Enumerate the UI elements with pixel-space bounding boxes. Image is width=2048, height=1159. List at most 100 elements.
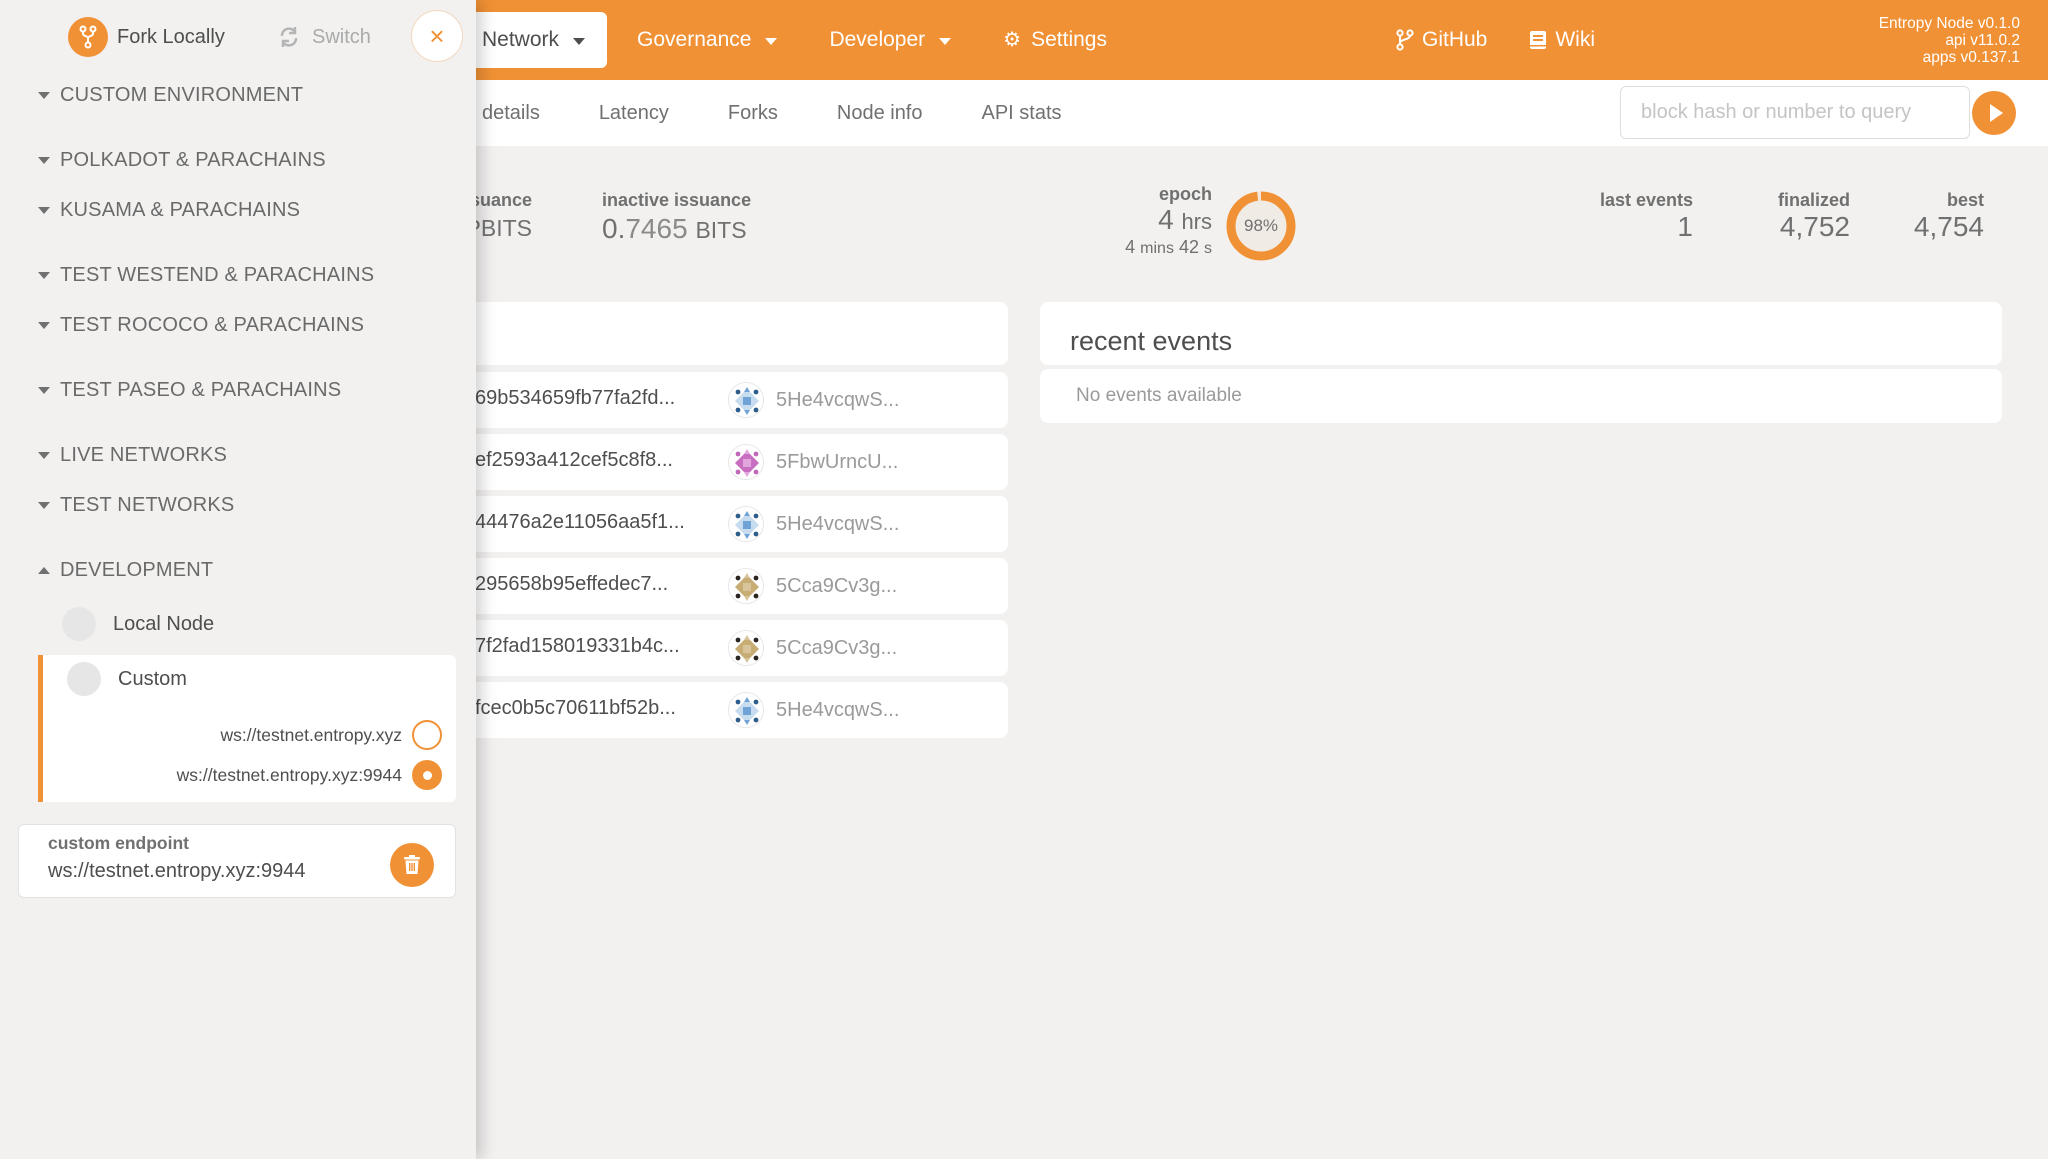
tab-details[interactable]: details [482, 102, 540, 125]
epoch-secs-unit: s [1204, 240, 1212, 257]
caret-down-icon [38, 387, 50, 394]
group-polkadot[interactable]: POLKADOT & PARACHAINS [38, 149, 326, 172]
switch-button[interactable]: Switch [278, 17, 371, 57]
author-address[interactable]: 5He4vcqwS... [776, 699, 899, 722]
last-events-stat: last events 1 [1598, 190, 1693, 243]
author-address[interactable]: 5He4vcqwS... [776, 513, 899, 536]
radio-unchecked[interactable] [412, 720, 442, 750]
tab-latency[interactable]: Latency [599, 102, 669, 125]
identicon-icon[interactable] [728, 630, 764, 666]
github-link[interactable]: GitHub [1396, 28, 1487, 52]
recent-events-header: recent events [1040, 302, 2002, 365]
tab-node-info[interactable]: Node info [837, 102, 923, 125]
group-label: TEST WESTEND & PARACHAINS [60, 264, 375, 286]
close-sidebar-button[interactable]: × [411, 10, 463, 62]
group-label: POLKADOT & PARACHAINS [60, 149, 326, 171]
endpoint-option[interactable]: ws://testnet.entropy.xyz:9944 [177, 760, 442, 790]
epoch-label: epoch [1158, 184, 1212, 204]
query-submit-button[interactable] [1972, 91, 2016, 135]
block-hash[interactable]: 69b534659fb77fa2fd... [475, 387, 675, 410]
network-custom[interactable]: Custom [67, 662, 187, 696]
author-address[interactable]: 5He4vcqwS... [776, 389, 899, 412]
block-hash[interactable]: 44476a2e11056aa5f1... [475, 511, 685, 534]
last-events-label: last events [1599, 190, 1693, 210]
block-hash[interactable]: 295658b95effedec7... [475, 573, 668, 596]
identicon-icon[interactable] [728, 506, 764, 542]
apps-version: apps v0.137.1 [1922, 49, 2020, 66]
recent-events-body: No events available [1040, 369, 2002, 423]
gear-icon: ⚙ [1003, 29, 1022, 51]
network-logo-placeholder [67, 662, 101, 696]
network-logo-placeholder [62, 607, 96, 641]
block-hash[interactable]: fcec0b5c70611bf52b... [475, 697, 676, 720]
inactive-issuance-stat: inactive issuance 0.7465 BITS [602, 190, 751, 245]
caret-down-icon [38, 502, 50, 509]
block-hash[interactable]: ef2593a412cef5c8f8... [475, 449, 673, 472]
version-info: Entropy Node v0.1.0 api v11.0.2 apps v0.… [1879, 15, 2020, 66]
inactive-issuance-int: 0. [602, 213, 626, 244]
tab-api-stats[interactable]: API stats [982, 102, 1062, 125]
group-label: TEST ROCOCO & PARACHAINS [60, 314, 365, 336]
custom-endpoint-label: custom endpoint [48, 833, 189, 853]
epoch-hours: 4 [1158, 204, 1174, 235]
endpoint-url: ws://testnet.entropy.xyz:9944 [176, 764, 402, 785]
identicon-icon[interactable] [728, 444, 764, 480]
endpoint-option[interactable]: ws://testnet.entropy.xyz [220, 720, 442, 750]
delete-endpoint-button[interactable] [390, 843, 434, 887]
group-live-networks[interactable]: LIVE NETWORKS [38, 444, 227, 467]
caret-down-icon [38, 322, 50, 329]
author-address[interactable]: 5Cca9Cv3g... [776, 575, 897, 598]
block-author: 5Cca9Cv3g... [710, 620, 1008, 676]
recent-blocks-header [440, 302, 1008, 365]
group-rococo[interactable]: TEST ROCOCO & PARACHAINS [38, 314, 364, 337]
finalized-stat: finalized 4,752 [1758, 190, 1850, 243]
nav-governance[interactable]: Governance [615, 12, 799, 68]
fork-locally-button[interactable]: Fork Locally [68, 17, 225, 57]
radio-checked[interactable] [412, 760, 442, 790]
caret-down-icon [765, 37, 778, 45]
wiki-label: Wiki [1555, 28, 1596, 51]
epoch-mins: 4 [1125, 237, 1136, 257]
fork-icon [68, 17, 108, 57]
block-author: 5FbwUrncU... [710, 434, 1008, 490]
identicon-icon[interactable] [728, 382, 764, 418]
group-label: TEST NETWORKS [60, 494, 235, 516]
epoch-progress-label: 98% [1243, 216, 1279, 235]
nav-network[interactable]: Network [460, 12, 608, 68]
refresh-icon [280, 27, 298, 47]
tab-forks[interactable]: Forks [728, 102, 778, 125]
inactive-issuance-frac: 7465 [625, 213, 688, 244]
block-author: 5He4vcqwS... [710, 496, 1008, 552]
wiki-link[interactable]: Wiki [1529, 28, 1595, 52]
finalized-label: finalized [1777, 190, 1850, 210]
nav-developer[interactable]: Developer [807, 12, 973, 68]
custom-endpoint-field: custom endpoint [18, 824, 456, 898]
group-test-networks[interactable]: TEST NETWORKS [38, 494, 234, 517]
group-custom-environment[interactable]: CUSTOM ENVIRONMENT [38, 84, 303, 107]
nav-network-label: Network [482, 28, 560, 51]
identicon-icon[interactable] [728, 568, 764, 604]
group-kusama[interactable]: KUSAMA & PARACHAINS [38, 199, 300, 222]
author-address[interactable]: 5Cca9Cv3g... [776, 637, 897, 660]
fork-locally-label: Fork Locally [117, 25, 225, 48]
group-paseo[interactable]: TEST PASEO & PARACHAINS [38, 379, 341, 402]
block-hash[interactable]: 7f2fad158019331b4c... [475, 635, 680, 658]
epoch-secs: 42 [1178, 237, 1199, 257]
group-label: KUSAMA & PARACHAINS [60, 199, 301, 221]
network-label: Local Node [113, 612, 215, 635]
group-development[interactable]: DEVELOPMENT [38, 559, 213, 582]
caret-down-icon [38, 92, 50, 99]
custom-endpoint-input[interactable] [48, 860, 378, 883]
author-address[interactable]: 5FbwUrncU... [776, 451, 898, 474]
nav-settings-label: Settings [1031, 28, 1107, 51]
block-query-input[interactable] [1620, 86, 1970, 139]
nav-settings[interactable]: ⚙ Settings [981, 12, 1129, 68]
group-westend[interactable]: TEST WESTEND & PARACHAINS [38, 264, 374, 287]
book-icon [1530, 31, 1547, 49]
sidebar-header: Fork Locally Switch × [0, 0, 476, 72]
switch-label: Switch [312, 25, 371, 48]
network-local-node[interactable]: Local Node [62, 607, 214, 641]
epoch-stat: epoch 4 hrs 4 mins 42 s [1100, 184, 1212, 258]
identicon-icon[interactable] [728, 692, 764, 728]
group-label: CUSTOM ENVIRONMENT [60, 84, 304, 106]
